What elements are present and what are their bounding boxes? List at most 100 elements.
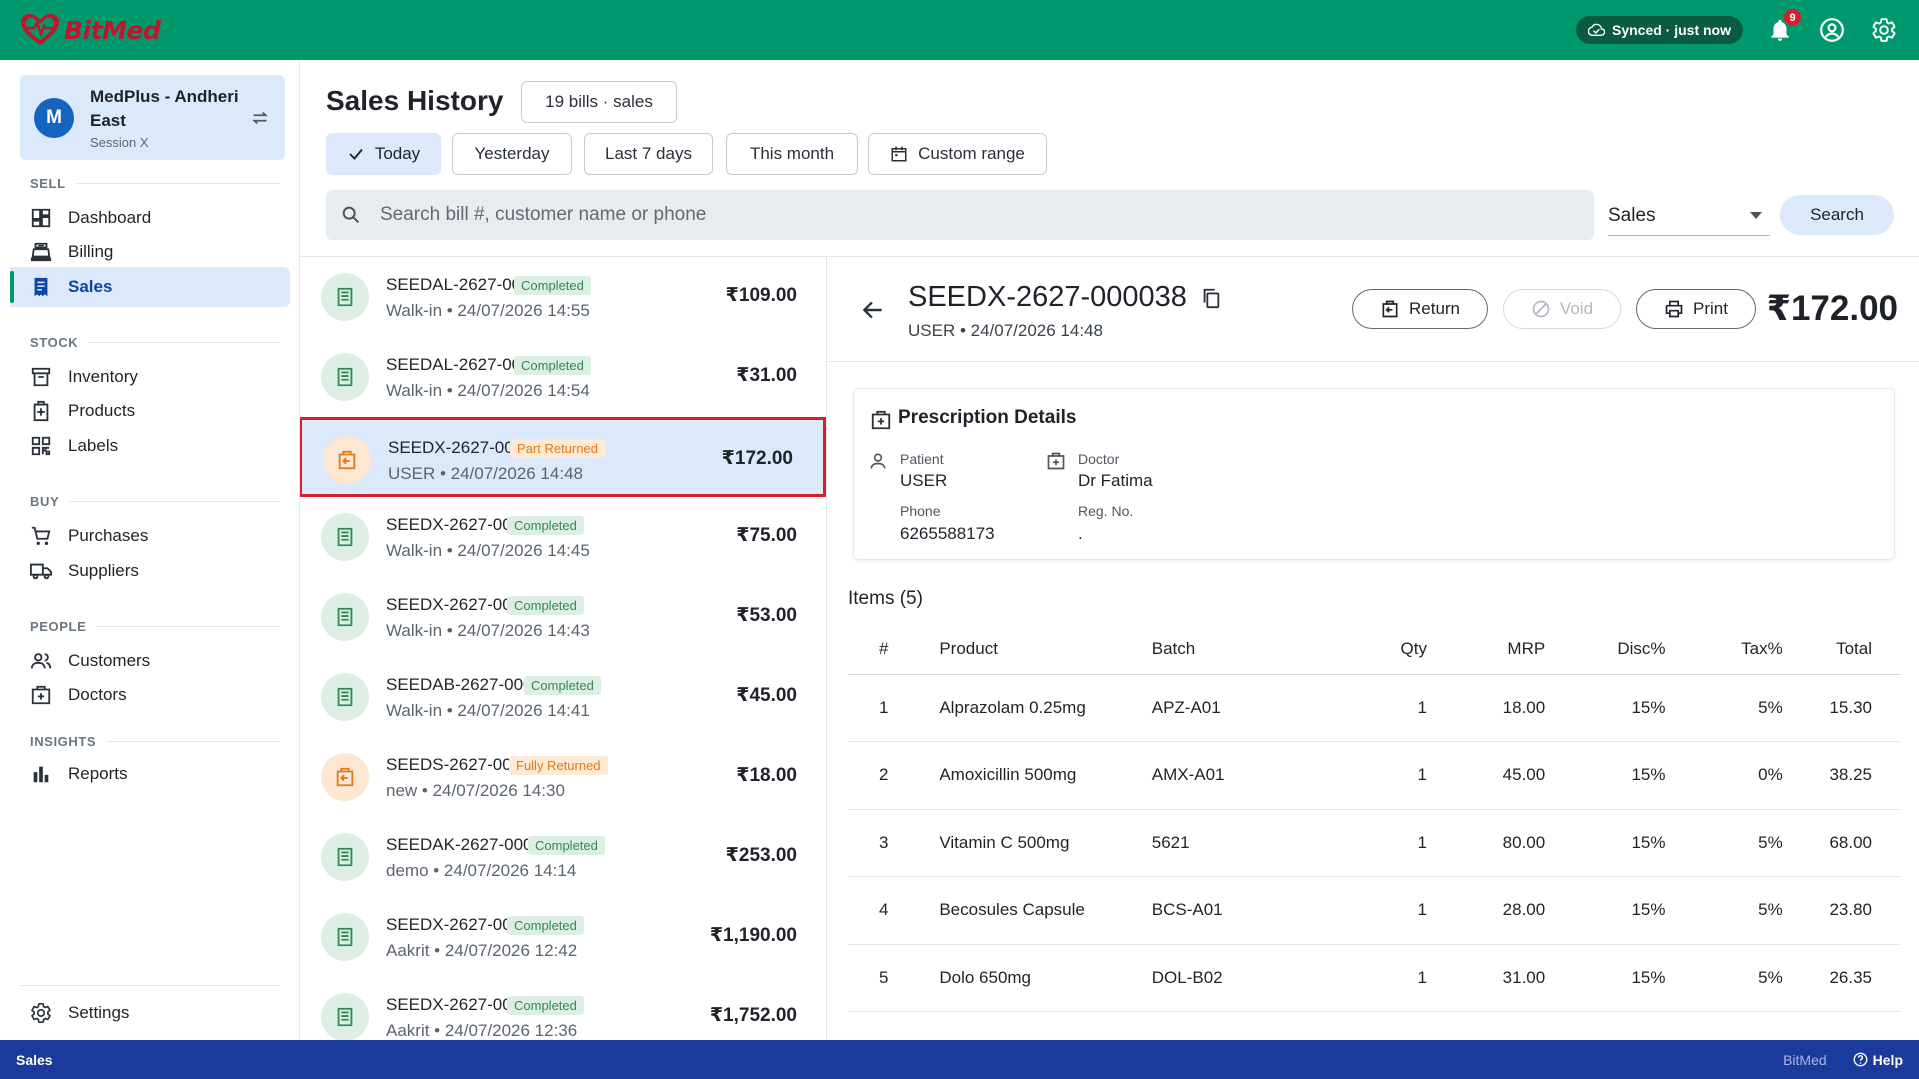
return-label: Return [1408, 299, 1461, 318]
table-row[interactable]: 2 Amoxicillin 500mg AMX-A01 1 45.00 15% 0% 38.2… [848, 741, 1900, 810]
table-row[interactable]: 3 Vitamin C 500mg 5621 1 80.00 15% 5% 68.00 [848, 809, 1900, 877]
cell-total: 26.35 [1782, 944, 1900, 1012]
status-badge: Completed [528, 836, 605, 855]
arrow-left-icon[interactable] [860, 297, 886, 323]
copy-icon[interactable] [1200, 287, 1222, 309]
receipt-icon [321, 993, 369, 1040]
list-item[interactable]: SEEDAL-2627-000002 Completed Walk-in • 24/… [300, 257, 826, 337]
col-product[interactable]: Product [919, 624, 1152, 675]
filter-this-month[interactable]: This month [726, 133, 858, 175]
swap-icon[interactable] [249, 107, 271, 129]
col-tax[interactable]: Tax% [1665, 624, 1783, 675]
filter-custom-range[interactable]: Custom range [868, 133, 1047, 175]
filter-yesterday[interactable]: Yesterday [452, 133, 572, 175]
bill-meta: USER • 24/07/2026 14:48 [388, 464, 583, 483]
cell-product: Becosules Capsule [919, 876, 1152, 945]
list-item[interactable]: SEEDAB-2627-000014 Completed Walk-in • 24/… [300, 657, 826, 737]
search-input[interactable] [380, 204, 1480, 226]
sidebar-item-purchases[interactable]: Purchases [10, 516, 290, 556]
reg-label: Reg. No. [1078, 503, 1134, 519]
cell-disc: 15% [1545, 944, 1666, 1012]
cell-product: Alprazolam 0.25mg [919, 674, 1152, 742]
footer-brand: BitMed [1783, 1051, 1827, 1068]
heart-pulse-icon [21, 14, 59, 45]
sync-status-text: Synced · just now [1611, 22, 1731, 38]
void-label: Void [1559, 299, 1594, 318]
phone-label: Phone [900, 503, 941, 519]
cell-disc: 15% [1545, 674, 1666, 742]
cell-qty: 1 [1299, 944, 1427, 1012]
cell-total: 68.00 [1782, 809, 1900, 877]
list-item[interactable]: SEEDAL-2627-000001 Completed Walk-in • 24/… [300, 337, 826, 417]
bill-list: SEEDAL-2627-000002 Completed Walk-in • 24/… [300, 256, 827, 1040]
bill-meta: Walk-in • 24/07/2026 14:45 [386, 541, 590, 560]
col-qty[interactable]: Qty [1299, 624, 1427, 675]
top-bar: BitMed Synced · just now 9 [0, 0, 1919, 60]
cell-product: Amoxicillin 500mg [919, 741, 1152, 810]
col-total[interactable]: Total [1782, 624, 1900, 675]
sidebar-item-settings[interactable]: Settings [10, 993, 290, 1033]
sale-type-select[interactable]: Sales [1608, 196, 1770, 236]
list-item[interactable]: SEEDAK-2627-000001 Completed demo • 24/07/… [300, 817, 826, 897]
search-button[interactable]: Search [1780, 195, 1894, 235]
sidebar-item-doctors[interactable]: Doctors [10, 675, 290, 715]
cell-num: 5 [848, 944, 920, 1012]
cell-num: 3 [848, 809, 920, 877]
app-logo[interactable]: BitMed [20, 13, 161, 47]
cart-icon [31, 526, 51, 545]
sidebar-item-label: Customers [68, 651, 151, 670]
list-item[interactable]: SEEDX-2627-000037 Completed Walk-in • 24/0… [300, 497, 826, 577]
calendar-icon [891, 146, 907, 162]
col-mrp[interactable]: MRP [1426, 624, 1546, 675]
bill-meta: Aakrit • 24/07/2026 12:36 [386, 1021, 578, 1040]
sidebar-item-reports[interactable]: Reports [10, 754, 290, 794]
sidebar-item-products[interactable]: Products [10, 391, 290, 431]
filter-last-7-days[interactable]: Last 7 days [584, 133, 713, 175]
settings-button[interactable] [1869, 15, 1899, 45]
cell-num: 1 [848, 674, 920, 742]
receipt-icon [321, 913, 369, 961]
nav-section-stock: STOCK [30, 335, 280, 350]
table-row[interactable]: 5 Dolo 650mg DOL-B02 1 31.00 15% 5% 26.35 [848, 944, 1900, 1012]
detail-bill-number: SEEDX-2627-000038 [908, 281, 1187, 313]
void-button[interactable]: Void [1503, 289, 1621, 329]
qr-code-icon [31, 436, 51, 456]
list-item[interactable]: SEEDX-2627-000038 Part Returned USER • 24/… [300, 417, 826, 497]
sidebar-item-labels[interactable]: Labels [10, 426, 290, 466]
print-button[interactable]: Print [1636, 289, 1756, 329]
sidebar-item-label: Products [68, 401, 136, 420]
sync-status[interactable]: Synced · just now [1575, 16, 1743, 44]
cell-tax: 5% [1665, 674, 1783, 742]
help-label: Help [1872, 1051, 1903, 1068]
store-switcher[interactable]: M MedPlus - Andheri East Session X [20, 75, 285, 160]
col-disc[interactable]: Disc% [1545, 624, 1666, 675]
list-item[interactable]: SEEDX-2627-000033 Completed Aakrit • 24/07… [300, 977, 826, 1040]
list-item[interactable]: SEEDS-2627-000002 Fully Returned new • 24/… [300, 737, 826, 817]
sidebar-item-suppliers[interactable]: Suppliers [10, 551, 290, 591]
sidebar-item-sales[interactable]: Sales [10, 267, 290, 307]
list-item[interactable]: SEEDX-2627-000036 Completed Walk-in • 24/0… [300, 577, 826, 657]
list-item[interactable]: SEEDX-2627-000034 Completed Aakrit • 24/07… [300, 897, 826, 977]
cell-mrp: 80.00 [1426, 809, 1546, 877]
gear-icon [1872, 18, 1896, 42]
help-link[interactable]: Help [1853, 1052, 1903, 1068]
notifications-button[interactable]: 9 [1765, 9, 1801, 45]
nav-section-insights: INSIGHTS [30, 734, 280, 749]
sidebar-item-billing[interactable]: Billing [10, 232, 290, 272]
people-icon [30, 653, 52, 669]
sidebar-item-label: Sales [68, 277, 113, 296]
cell-product: Vitamin C 500mg [919, 809, 1152, 877]
cell-disc: 15% [1545, 741, 1666, 810]
bill-count-chip: 19 bills · sales [521, 81, 677, 123]
account-button[interactable] [1817, 15, 1847, 45]
bill-meta: Aakrit • 24/07/2026 12:42 [386, 941, 578, 960]
cell-batch: BCS-A01 [1151, 876, 1300, 945]
table-row[interactable]: 4 Becosules Capsule BCS-A01 1 28.00 15% 5% 23.8… [848, 876, 1900, 945]
col-num[interactable]: # [848, 624, 920, 675]
status-badge: Completed [524, 676, 601, 695]
filter-today[interactable]: Today [326, 133, 441, 175]
table-row[interactable]: 1 Alprazolam 0.25mg APZ-A01 1 18.00 15% 5% 15.3… [848, 674, 1900, 742]
bill-amount: ₹109.00 [725, 285, 797, 306]
col-batch[interactable]: Batch [1151, 624, 1300, 675]
return-button[interactable]: Return [1352, 289, 1488, 329]
